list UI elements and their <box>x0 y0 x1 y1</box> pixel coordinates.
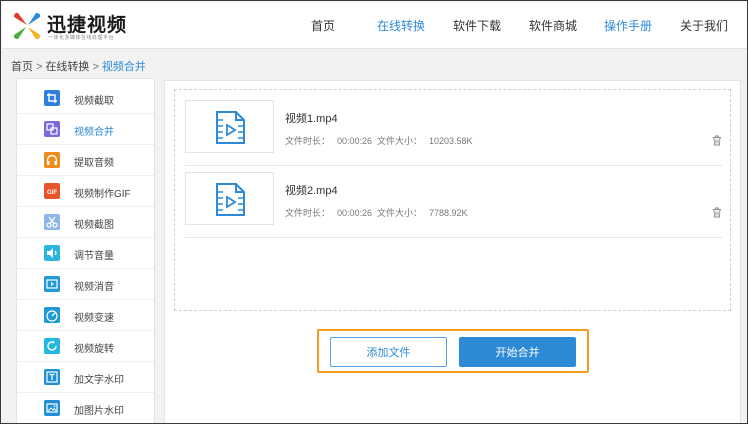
duration-label: 文件时长： <box>285 208 331 218</box>
breadcrumb-online-convert[interactable]: 在线转换 <box>45 61 89 73</box>
duration-value: 00:00:26 <box>337 208 373 218</box>
sidebar-item-label: 视频制作GIF <box>74 189 131 200</box>
breadcrumb-current: 视频合并 <box>101 61 146 73</box>
action-button-group: 添加文件 开始合并 <box>317 329 589 373</box>
header: 迅捷视频 一体化多媒体在线处理平台 首页 在线转换 软件下载 软件商城 操作手册… <box>2 2 747 49</box>
sidebar-item-video-mute[interactable]: 视频消音 <box>17 269 154 300</box>
gif-icon: GIF <box>44 183 60 199</box>
sidebar-item-video-gif[interactable]: GIF 视频制作GIF <box>17 176 154 207</box>
nav-about[interactable]: 关于我们 <box>680 17 728 34</box>
svg-text:GIF: GIF <box>47 190 57 196</box>
sidebar-item-label: 加图片水印 <box>74 406 124 417</box>
main-panel: 视频1.mp4 文件时长： 00:00:26 文件大小： 10203.58K 视频2 <box>164 80 741 423</box>
file-duration: 文件时长： 00:00:26 <box>285 134 372 147</box>
video-file-icon <box>216 111 245 144</box>
file-name: 视频1.mp4 <box>285 113 338 125</box>
speedometer-icon <box>44 307 60 323</box>
sidebar-item-video-crop[interactable]: 视频截取 <box>17 83 154 114</box>
file-row: 视频1.mp4 文件时长： 00:00:26 文件大小： 10203.58K <box>185 100 722 166</box>
size-label: 文件大小： <box>377 208 423 218</box>
sidebar-item-label: 视频截取 <box>74 96 114 107</box>
sidebar-item-video-merge[interactable]: 视频合并 <box>17 114 154 145</box>
breadcrumb-separator: > <box>36 61 43 73</box>
duration-label: 文件时长： <box>285 136 331 146</box>
size-value: 7788.92K <box>429 208 468 218</box>
volume-icon <box>44 245 60 261</box>
file-size: 文件大小： 7788.92K <box>377 206 468 219</box>
file-drop-zone[interactable]: 视频1.mp4 文件时长： 00:00:26 文件大小： 10203.58K 视频2 <box>174 89 731 311</box>
scissors-icon <box>44 214 60 230</box>
file-row: 视频2.mp4 文件时长： 00:00:26 文件大小： 7788.92K <box>185 172 722 238</box>
file-size: 文件大小： 10203.58K <box>377 134 473 147</box>
sidebar-item-label: 调节音量 <box>74 251 114 262</box>
sidebar-item-label: 视频合并 <box>74 127 114 138</box>
trash-icon[interactable] <box>712 207 722 218</box>
file-duration: 文件时长： 00:00:26 <box>285 206 372 219</box>
top-nav: 首页 在线转换 软件下载 软件商城 操作手册 关于我们 <box>2 2 747 49</box>
sidebar-item-video-rotate[interactable]: 视频旋转 <box>17 331 154 362</box>
sidebar-item-adjust-volume[interactable]: 调节音量 <box>17 238 154 269</box>
text-watermark-icon <box>44 369 60 385</box>
breadcrumb: 首页 > 在线转换 > 视频合并 <box>11 58 146 74</box>
sidebar-item-video-speed[interactable]: 视频变速 <box>17 300 154 331</box>
mute-video-icon <box>44 276 60 292</box>
sidebar-item-label: 视频旋转 <box>74 344 114 355</box>
nav-online-convert[interactable]: 在线转换 <box>377 17 425 34</box>
sidebar: 视频截取 视频合并 提取音频 GIF 视频制作GIF 视频截图 调节音量 视频消… <box>16 78 155 423</box>
breadcrumb-home[interactable]: 首页 <box>11 61 33 73</box>
sidebar-item-text-watermark[interactable]: 加文字水印 <box>17 362 154 393</box>
nav-manual[interactable]: 操作手册 <box>604 17 652 34</box>
nav-home[interactable]: 首页 <box>311 17 335 34</box>
sidebar-item-label: 视频变速 <box>74 313 114 324</box>
file-thumbnail <box>185 100 274 153</box>
sidebar-item-label: 提取音频 <box>74 158 114 169</box>
video-file-icon <box>216 183 245 216</box>
size-label: 文件大小： <box>377 136 423 146</box>
sidebar-item-label: 加文字水印 <box>74 375 124 386</box>
breadcrumb-separator: > <box>92 61 99 73</box>
sidebar-item-label: 视频消音 <box>74 282 114 293</box>
file-name: 视频2.mp4 <box>285 185 338 197</box>
crop-icon <box>44 90 60 106</box>
sidebar-item-label: 视频截图 <box>74 220 114 231</box>
merge-icon <box>44 121 60 137</box>
image-watermark-icon <box>44 400 60 416</box>
sidebar-item-image-watermark[interactable]: 加图片水印 <box>17 393 154 423</box>
rotate-icon <box>44 338 60 354</box>
trash-icon[interactable] <box>712 135 722 146</box>
duration-value: 00:00:26 <box>337 136 373 146</box>
app-window: 迅捷视频 一体化多媒体在线处理平台 首页 在线转换 软件下载 软件商城 操作手册… <box>0 0 748 424</box>
file-thumbnail <box>185 172 274 225</box>
headphones-icon <box>44 152 60 168</box>
sidebar-item-extract-audio[interactable]: 提取音频 <box>17 145 154 176</box>
sidebar-item-video-screenshot[interactable]: 视频截图 <box>17 207 154 238</box>
size-value: 10203.58K <box>429 136 473 146</box>
nav-software-store[interactable]: 软件商城 <box>529 17 577 34</box>
start-merge-button[interactable]: 开始合并 <box>459 337 576 367</box>
nav-software-download[interactable]: 软件下载 <box>453 17 501 34</box>
add-file-button[interactable]: 添加文件 <box>330 337 447 367</box>
